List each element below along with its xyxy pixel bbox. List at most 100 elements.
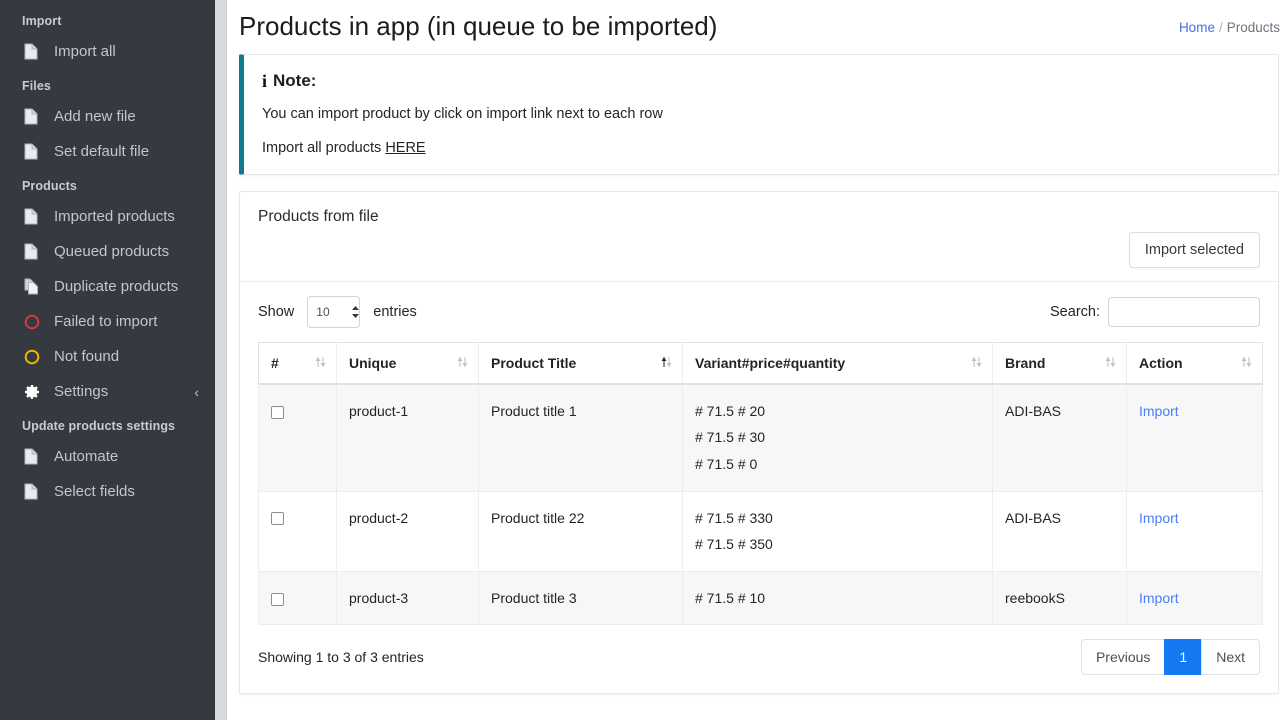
- circle-red-icon: [24, 314, 46, 330]
- search-label: Search:: [1050, 304, 1100, 320]
- table-row: product-2 Product title 22 # 71.5 # 330 …: [259, 491, 1263, 571]
- circle-yellow-icon: [24, 349, 46, 365]
- sidebar-item-label: Imported products: [54, 208, 175, 225]
- table-body: product-1 Product title 1 # 71.5 # 20 # …: [259, 384, 1263, 625]
- note-title-text: Note:: [273, 71, 316, 91]
- table-info: Showing 1 to 3 of 3 entries: [258, 649, 424, 665]
- page-length-select[interactable]: 10 25 50 100: [307, 296, 360, 328]
- row-checkbox-cell: [259, 571, 337, 625]
- cell-unique: product-2: [337, 491, 479, 571]
- cell-unique: product-1: [337, 384, 479, 491]
- page-header: Products in app (in queue to be imported…: [227, 0, 1280, 54]
- sidebar-section-products: Products: [0, 169, 215, 199]
- table-footer: Showing 1 to 3 of 3 entries Previous 1 N…: [258, 625, 1260, 685]
- sidebar-item-settings[interactable]: Settings ‹: [0, 374, 215, 409]
- sidebar-item-label: Import all: [54, 43, 116, 60]
- column-label: Action: [1139, 355, 1183, 371]
- sidebar-item-label: Not found: [54, 348, 119, 365]
- sidebar-item-set-default-file[interactable]: Set default file: [0, 134, 215, 169]
- show-label: Show: [258, 304, 294, 320]
- breadcrumb: Home/Products: [1179, 8, 1280, 35]
- copy-icon: [24, 278, 46, 295]
- cell-brand: ADI-BAS: [993, 491, 1127, 571]
- sidebar-scrollbar[interactable]: [215, 0, 227, 720]
- show-entries-control: Show 10 25 50 100: [258, 296, 417, 328]
- sidebar-item-select-fields[interactable]: Select fields: [0, 474, 215, 509]
- row-select-checkbox[interactable]: [271, 406, 284, 419]
- table-controls: Show 10 25 50 100: [258, 296, 1260, 328]
- sidebar-item-automate[interactable]: Automate: [0, 439, 215, 474]
- note-line-2: Import all products HERE: [262, 140, 1260, 156]
- document-icon: [24, 483, 46, 500]
- column-label: Brand: [1005, 355, 1045, 371]
- products-table: # Unique: [258, 342, 1263, 626]
- breadcrumb-home-link[interactable]: Home: [1179, 20, 1215, 35]
- note-title: iNote:: [262, 71, 1260, 92]
- sidebar-item-label: Queued products: [54, 243, 169, 260]
- import-row-link[interactable]: Import: [1139, 590, 1179, 606]
- cell-action: Import: [1127, 571, 1263, 625]
- card-header: Products from file Import selected: [240, 192, 1278, 282]
- pagination-next-button[interactable]: Next: [1201, 639, 1260, 675]
- sidebar-item-queued-products[interactable]: Queued products: [0, 234, 215, 269]
- row-select-checkbox[interactable]: [271, 512, 284, 525]
- page-title: Products in app (in queue to be imported…: [239, 8, 717, 44]
- pagination: Previous 1 Next: [1081, 639, 1260, 675]
- sidebar-item-label: Failed to import: [54, 313, 157, 330]
- sidebar-item-import-all[interactable]: Import all: [0, 34, 215, 69]
- sidebar-item-not-found[interactable]: Not found: [0, 339, 215, 374]
- variant-line: # 71.5 # 30: [695, 424, 982, 451]
- document-icon: [24, 448, 46, 465]
- cell-product-title: Product title 3: [479, 571, 683, 625]
- document-icon: [24, 243, 46, 260]
- document-icon: [24, 208, 46, 225]
- main-content: Products in app (in queue to be imported…: [227, 0, 1280, 720]
- import-row-link[interactable]: Import: [1139, 403, 1179, 419]
- note-alert: iNote: You can import product by click o…: [239, 54, 1279, 175]
- note-here-link[interactable]: HERE: [385, 140, 425, 156]
- chevron-left-icon[interactable]: ‹: [194, 384, 199, 400]
- content-area: iNote: You can import product by click o…: [227, 54, 1280, 695]
- pagination-previous-button[interactable]: Previous: [1081, 639, 1165, 675]
- card-title: Products from file: [258, 208, 1260, 226]
- sidebar-item-label: Settings: [54, 383, 108, 400]
- table-head: # Unique: [259, 342, 1263, 384]
- column-header-unique[interactable]: Unique: [337, 342, 479, 384]
- row-checkbox-cell: [259, 491, 337, 571]
- note-line-1: You can import product by click on impor…: [262, 106, 1260, 122]
- sidebar-item-duplicate-products[interactable]: Duplicate products: [0, 269, 215, 304]
- column-header-action[interactable]: Action: [1127, 342, 1263, 384]
- search-input[interactable]: [1108, 297, 1260, 327]
- products-card: Products from file Import selected Show …: [239, 191, 1279, 695]
- column-header-variant-price-quantity[interactable]: Variant#price#quantity: [683, 342, 993, 384]
- sort-icon[interactable]: [971, 356, 983, 370]
- sort-icon[interactable]: [457, 356, 469, 370]
- app-root: Import Import all Files Add new file Set…: [0, 0, 1280, 720]
- page-length-select-wrap: 10 25 50 100: [300, 296, 367, 328]
- sort-icon[interactable]: [1105, 356, 1117, 370]
- document-icon: [24, 43, 46, 60]
- sidebar-item-add-new-file[interactable]: Add new file: [0, 99, 215, 134]
- entries-label: entries: [373, 304, 417, 320]
- sidebar-item-label: Duplicate products: [54, 278, 178, 295]
- document-icon: [24, 108, 46, 125]
- variant-line: # 71.5 # 330: [695, 505, 982, 532]
- cell-unique: product-3: [337, 571, 479, 625]
- cell-variants: # 71.5 # 330 # 71.5 # 350: [683, 491, 993, 571]
- sidebar-item-failed-to-import[interactable]: Failed to import: [0, 304, 215, 339]
- cell-variants: # 71.5 # 10: [683, 571, 993, 625]
- import-selected-button[interactable]: Import selected: [1129, 232, 1260, 268]
- column-label: Product Title: [491, 355, 576, 371]
- sort-icon-ascending[interactable]: [661, 356, 673, 370]
- column-header-index[interactable]: #: [259, 342, 337, 384]
- sort-icon[interactable]: [1241, 356, 1253, 370]
- import-row-link[interactable]: Import: [1139, 510, 1179, 526]
- sidebar-item-imported-products[interactable]: Imported products: [0, 199, 215, 234]
- sort-icon[interactable]: [315, 356, 327, 370]
- table-row: product-3 Product title 3 # 71.5 # 10 re…: [259, 571, 1263, 625]
- column-header-product-title[interactable]: Product Title: [479, 342, 683, 384]
- pagination-page-1-button[interactable]: 1: [1164, 639, 1202, 675]
- column-header-brand[interactable]: Brand: [993, 342, 1127, 384]
- column-label: #: [271, 355, 279, 371]
- row-select-checkbox[interactable]: [271, 593, 284, 606]
